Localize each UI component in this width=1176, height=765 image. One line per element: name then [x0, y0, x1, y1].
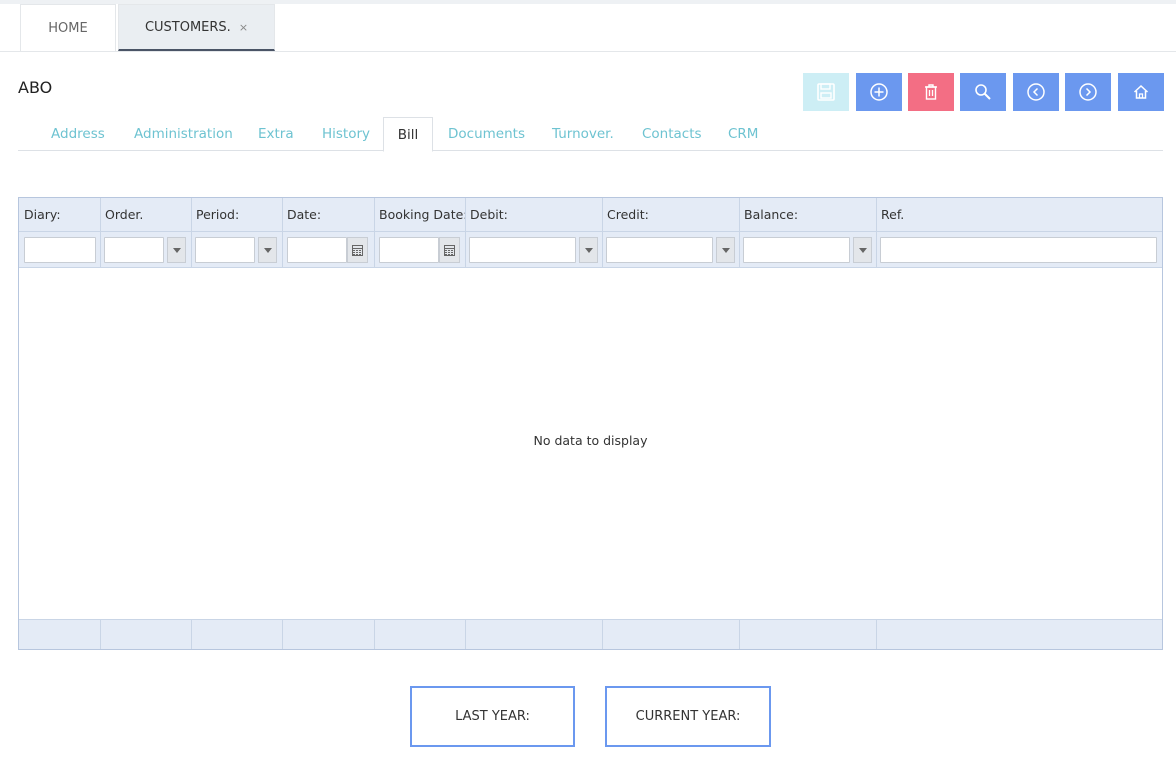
column-divider — [374, 198, 375, 268]
filter-debit-dropdown[interactable] — [579, 237, 598, 263]
column-divider — [876, 619, 877, 649]
column-divider — [282, 619, 283, 649]
tab-documents[interactable]: Documents — [448, 117, 525, 151]
tab-contacts[interactable]: Contacts — [642, 117, 702, 151]
filter-order-dropdown[interactable] — [167, 237, 186, 263]
column-divider — [876, 198, 877, 268]
save-icon — [817, 83, 835, 101]
chevron-down-icon — [721, 247, 730, 253]
chevron-left-icon — [1027, 83, 1045, 101]
chevron-down-icon — [172, 247, 181, 253]
column-header-debit[interactable]: Debit: — [465, 198, 602, 232]
tab-turnover[interactable]: Turnover. — [552, 117, 614, 151]
tab-history[interactable]: History — [322, 117, 370, 151]
filter-diary-input[interactable] — [24, 237, 96, 263]
chevron-right-icon — [1079, 83, 1097, 101]
tab-extra[interactable]: Extra — [258, 117, 294, 151]
filter-date-calendar-button[interactable] — [347, 237, 368, 263]
current-year-button[interactable]: CURRENT YEAR: — [605, 686, 771, 747]
trash-icon — [925, 84, 937, 100]
filter-period-dropdown[interactable] — [258, 237, 277, 263]
calendar-icon — [444, 244, 455, 256]
column-divider — [191, 619, 192, 649]
tab-address[interactable]: Address — [51, 117, 105, 151]
record-tab-bar: Address Administration Extra History Bil… — [18, 117, 1163, 152]
column-divider — [739, 198, 740, 268]
save-button[interactable] — [803, 73, 849, 111]
last-year-label: LAST YEAR: — [455, 709, 530, 724]
column-divider — [739, 619, 740, 649]
tab-crm[interactable]: CRM — [728, 117, 758, 151]
app-tab-home[interactable]: HOME — [20, 4, 116, 51]
column-header-credit[interactable]: Credit: — [602, 198, 739, 232]
add-button[interactable] — [856, 73, 902, 111]
search-button[interactable] — [960, 73, 1006, 111]
close-icon[interactable]: × — [239, 21, 248, 34]
plus-circle-icon — [870, 83, 888, 101]
column-header-order[interactable]: Order. — [100, 198, 191, 232]
filter-balance-dropdown[interactable] — [853, 237, 872, 263]
filter-credit-input[interactable] — [606, 237, 713, 263]
next-record-button[interactable] — [1065, 73, 1111, 111]
delete-button[interactable] — [908, 73, 954, 111]
column-header-ref[interactable]: Ref. — [876, 198, 1162, 232]
column-header-booking-date[interactable]: Booking Date: — [374, 198, 466, 232]
column-divider — [374, 619, 375, 649]
column-divider — [602, 619, 603, 649]
column-header-date[interactable]: Date: — [282, 198, 374, 232]
column-divider — [100, 619, 101, 649]
filter-ref-input[interactable] — [880, 237, 1157, 263]
column-divider — [465, 619, 466, 649]
column-divider — [465, 198, 466, 268]
filter-order-input[interactable] — [104, 237, 164, 263]
filter-booking-date-calendar-button[interactable] — [439, 237, 460, 263]
current-year-label: CURRENT YEAR: — [635, 709, 741, 724]
last-year-button[interactable]: LAST YEAR: — [410, 686, 575, 747]
app-tab-bar: HOME CUSTOMERS. × — [0, 4, 1176, 52]
column-divider — [191, 198, 192, 268]
bill-grid: Diary: Order. Period: Date: Booking Date… — [18, 197, 1163, 650]
filter-date-input[interactable] — [287, 237, 347, 263]
column-divider — [282, 198, 283, 268]
column-header-balance[interactable]: Balance: — [739, 198, 876, 232]
tab-bill[interactable]: Bill — [383, 117, 433, 152]
app-tab-customers-label: CUSTOMERS. — [144, 19, 231, 35]
calendar-icon — [352, 244, 363, 256]
filter-credit-dropdown[interactable] — [716, 237, 735, 263]
filter-debit-input[interactable] — [469, 237, 576, 263]
tab-administration[interactable]: Administration — [134, 117, 233, 151]
column-header-period[interactable]: Period: — [191, 198, 282, 232]
chevron-down-icon — [858, 247, 867, 253]
chevron-down-icon — [263, 247, 272, 253]
previous-record-button[interactable] — [1013, 73, 1059, 111]
app-tab-home-label: HOME — [48, 20, 88, 36]
page-title: ABO — [18, 78, 53, 97]
column-divider — [100, 198, 101, 268]
filter-balance-input[interactable] — [743, 237, 850, 263]
column-divider — [602, 198, 603, 268]
chevron-down-icon — [584, 247, 593, 253]
empty-grid-message: No data to display — [533, 433, 648, 448]
filter-period-input[interactable] — [195, 237, 255, 263]
app-tab-customers[interactable]: CUSTOMERS. × — [118, 4, 275, 51]
search-icon — [975, 84, 991, 100]
home-icon — [1133, 84, 1149, 99]
filter-booking-date-input[interactable] — [379, 237, 439, 263]
column-header-diary[interactable]: Diary: — [19, 198, 100, 232]
home-button[interactable] — [1118, 73, 1164, 111]
